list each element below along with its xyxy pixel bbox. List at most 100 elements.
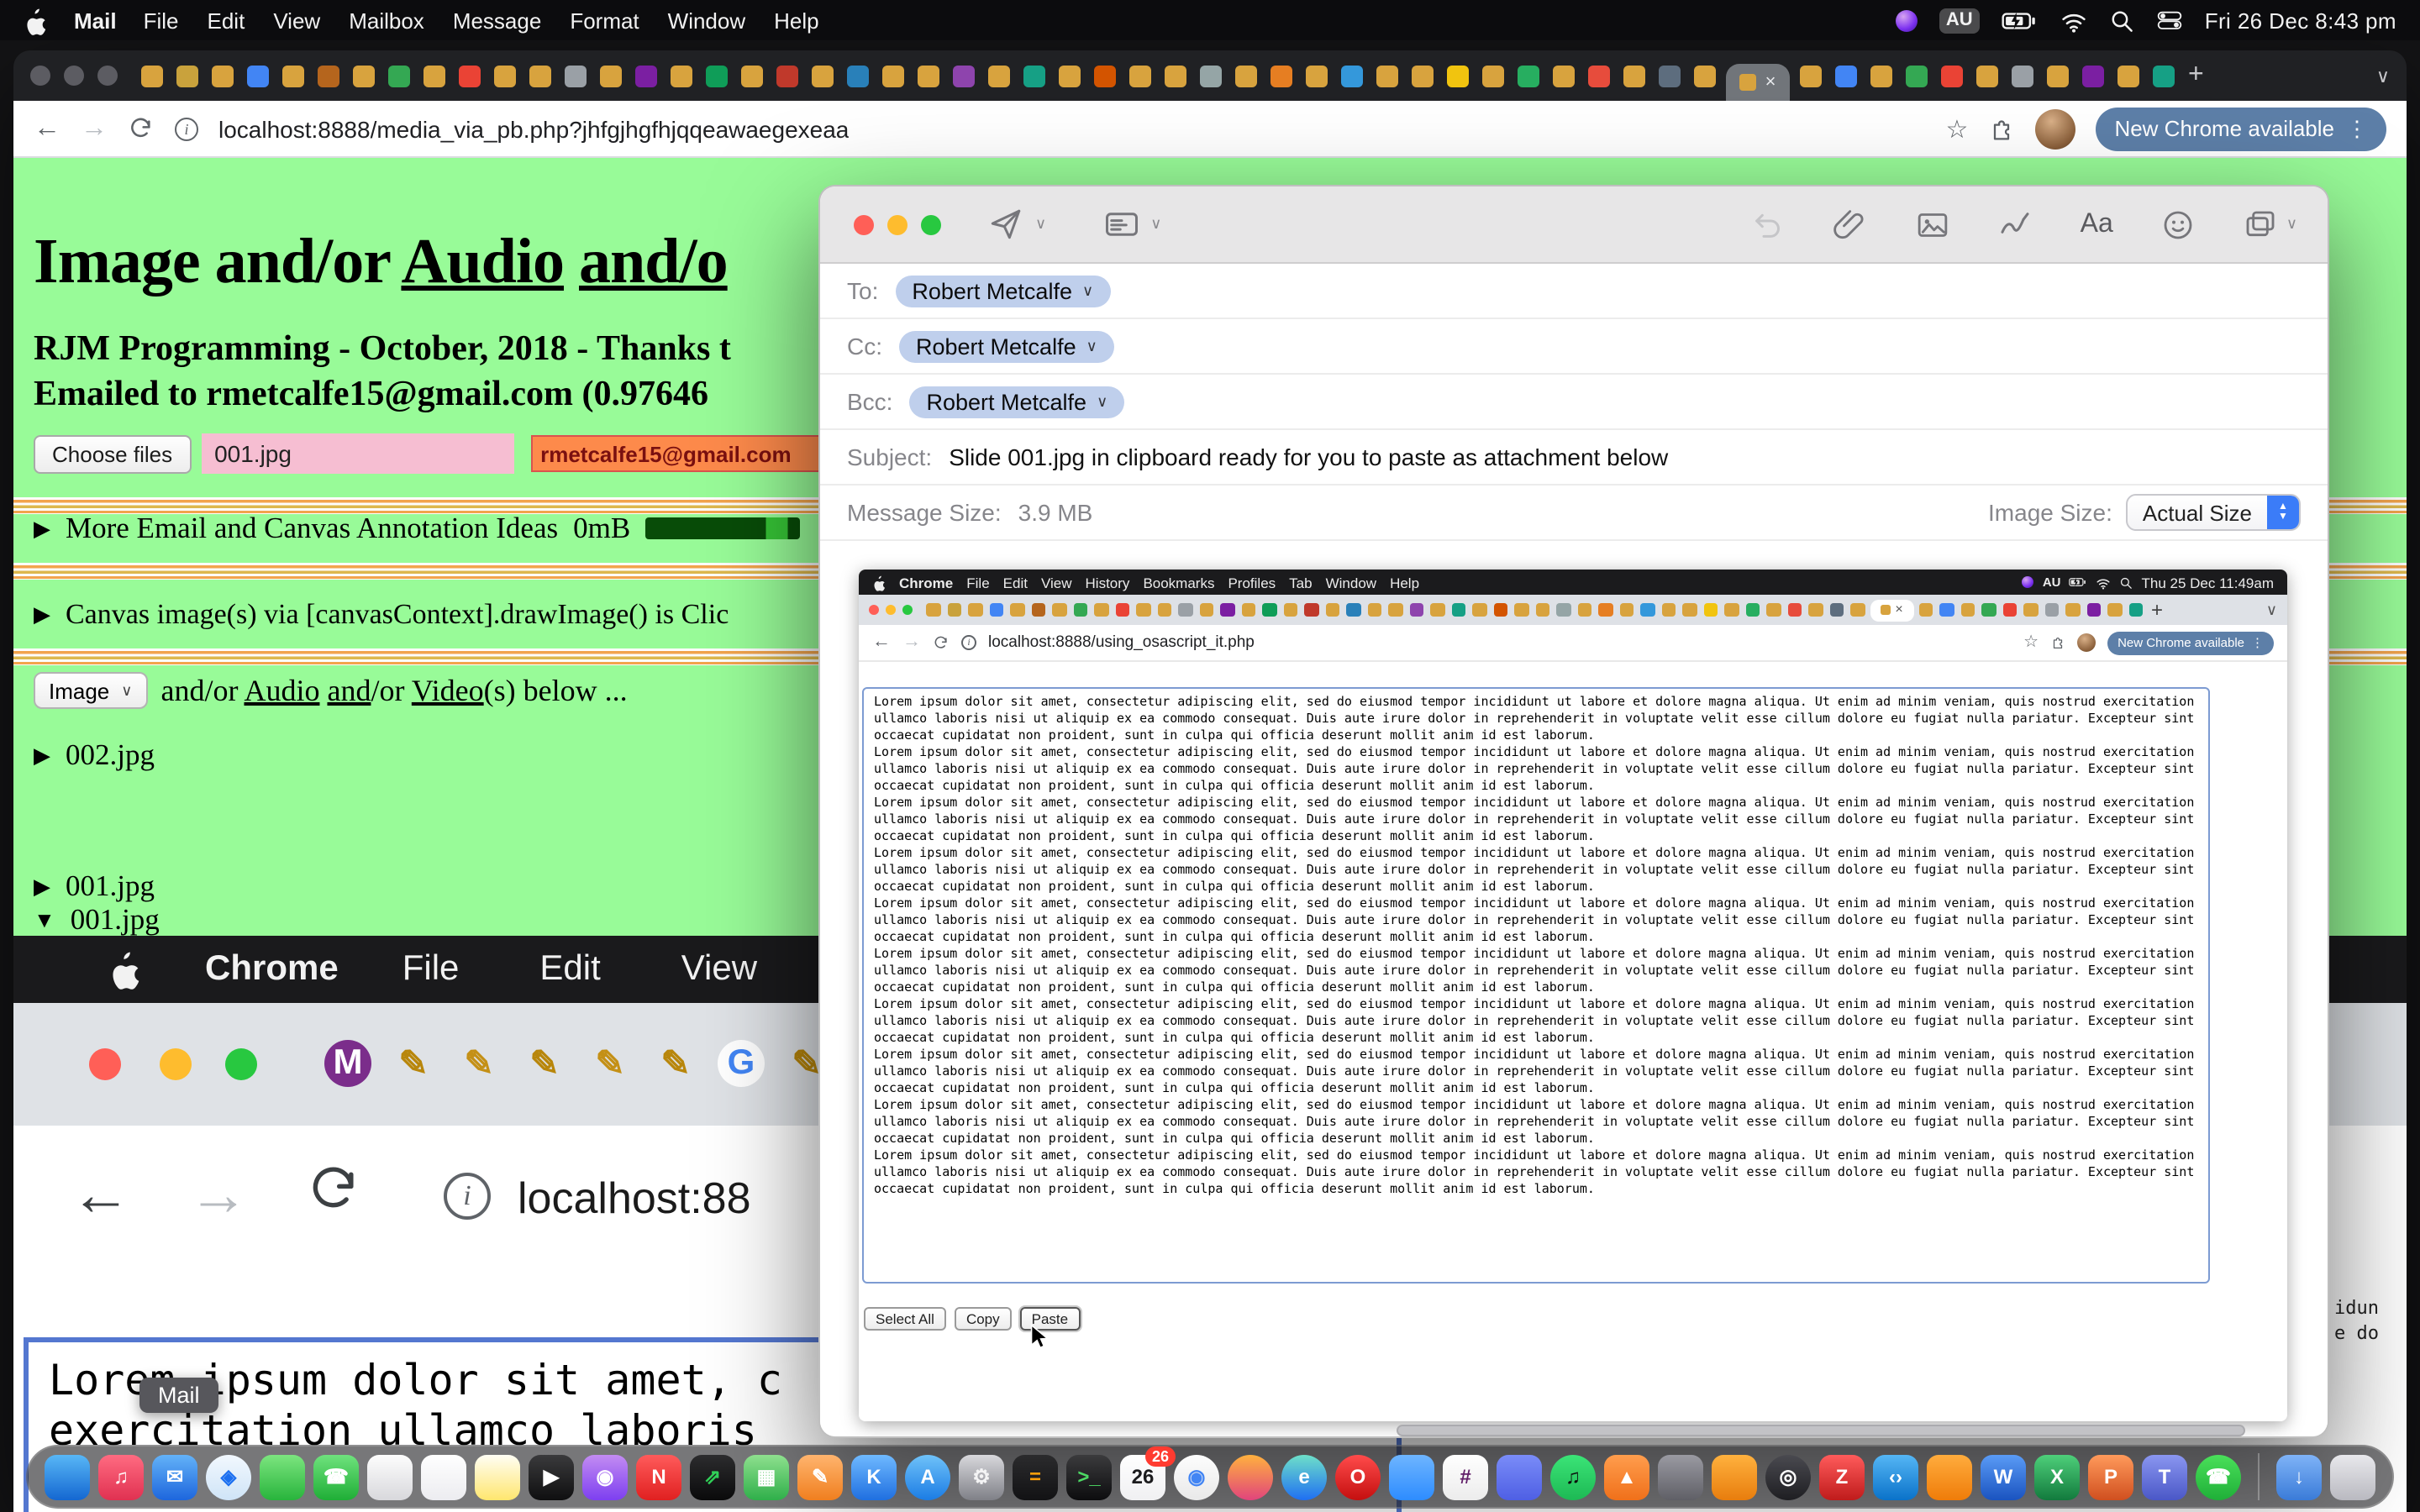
pinned-tab-favicon[interactable] (1165, 65, 1186, 87)
minimize-window-button[interactable] (887, 215, 908, 235)
message-body[interactable]: Chrome FileEditViewHistoryBookmarksProfi… (820, 541, 2328, 1436)
dock-icon[interactable]: 26 26 (1120, 1454, 1165, 1499)
dock-icon[interactable]: # (1443, 1454, 1488, 1499)
input-source-indicator[interactable]: AU (1939, 8, 1980, 33)
pinned-tab-favicon[interactable] (1800, 65, 1822, 87)
dock-icon[interactable]: ☎ (313, 1454, 359, 1499)
minimize-window-button[interactable] (64, 66, 84, 86)
insert-image-button[interactable] (1916, 207, 1949, 241)
pinned-tab-favicon[interactable] (494, 65, 516, 87)
recipient-pill[interactable]: Robert Metcalfe ∨ (909, 386, 1124, 417)
stepper-chevrons-icon[interactable]: ▲ ▼ (2267, 494, 2299, 531)
dock-icon[interactable] (260, 1454, 305, 1499)
dock-icon[interactable]: ⚙ (959, 1454, 1004, 1499)
dock-icon[interactable]: P (2088, 1454, 2133, 1499)
dock-icon[interactable]: T (2142, 1454, 2187, 1499)
pinned-tab-favicon[interactable] (1623, 65, 1645, 87)
pinned-tab-favicon[interactable] (1518, 65, 1539, 87)
markup-pen-button[interactable] (1998, 207, 2032, 241)
pinned-tab-favicon[interactable] (2047, 65, 2069, 87)
pinned-tab-favicon[interactable] (565, 65, 587, 87)
menubar-clock[interactable]: Fri 26 Dec 8:43 pm (2205, 8, 2396, 33)
pinned-tab-favicon[interactable] (141, 65, 163, 87)
menubar-item[interactable]: Mailbox (349, 8, 424, 33)
chevron-down-icon[interactable]: ∨ (1035, 215, 1046, 234)
pinned-tab-favicon[interactable] (1059, 65, 1081, 87)
dock-icon[interactable]: ♫ (98, 1454, 144, 1499)
dock-icon[interactable]: >_ (1066, 1454, 1112, 1499)
control-center-icon[interactable] (2156, 7, 2183, 34)
menubar-item[interactable]: File (144, 8, 179, 33)
bcc-field[interactable]: Bcc: Robert Metcalfe ∨ (820, 375, 2328, 430)
dock-icon[interactable]: O (1335, 1454, 1381, 1499)
audio-link[interactable]: Audio (401, 227, 564, 297)
pinned-tab-favicon[interactable] (812, 65, 834, 87)
details-item-002[interactable]: ▶ 002.jpg (34, 738, 155, 773)
dock-icon[interactable] (475, 1454, 520, 1499)
dock-icon[interactable] (1712, 1454, 1757, 1499)
pinned-tab-favicon[interactable] (424, 65, 445, 87)
dock-icon[interactable]: ▶ (529, 1454, 574, 1499)
pinned-tab-favicon[interactable] (1941, 65, 1963, 87)
pinned-tab-favicon[interactable] (2118, 65, 2139, 87)
pinned-tab-favicon[interactable] (988, 65, 1010, 87)
pinned-tab-favicon[interactable] (1129, 65, 1151, 87)
recipient-pill[interactable]: Robert Metcalfe ∨ (899, 330, 1114, 362)
pinned-tab-favicon[interactable] (1412, 65, 1434, 87)
more-vertical-icon[interactable]: ⋮ (2346, 115, 2368, 142)
status-app-icon[interactable] (1896, 9, 1918, 31)
media-type-select[interactable]: Image ∨ (34, 672, 147, 709)
menubar-item[interactable]: Help (774, 8, 819, 33)
choose-files-button[interactable]: Choose files (34, 434, 191, 473)
menubar-item[interactable]: Message (453, 8, 542, 33)
pinned-tab-favicon[interactable] (776, 65, 798, 87)
pinned-tab-favicon[interactable] (1482, 65, 1504, 87)
pinned-tab-favicon[interactable] (529, 65, 551, 87)
disclosure-open-icon[interactable]: ▼ (34, 907, 55, 932)
bookmark-star-icon[interactable]: ☆ (1946, 113, 1969, 144)
menubar-item[interactable]: Edit (208, 8, 245, 33)
dock-icon[interactable]: A (905, 1454, 950, 1499)
photo-browser-button[interactable]: ∨ (2244, 207, 2297, 241)
compose-titlebar[interactable]: ∨ ∨ Aa ∨ (820, 186, 2328, 264)
pinned-tab-favicon[interactable] (600, 65, 622, 87)
pinned-tab-favicon[interactable] (1447, 65, 1469, 87)
pinned-tab-favicon[interactable] (1200, 65, 1222, 87)
zoom-window-button[interactable] (97, 66, 118, 86)
attach-paperclip-button[interactable] (1833, 207, 1867, 241)
subject-field[interactable]: Subject: Slide 001.jpg in clipboard read… (820, 430, 2328, 486)
pinned-tab-favicon[interactable] (247, 65, 269, 87)
format-text-button[interactable]: Aa (2081, 209, 2113, 239)
wifi-icon[interactable] (2060, 8, 2087, 33)
dock-icon[interactable]: ◈ (206, 1454, 251, 1499)
dock-icon[interactable] (1658, 1454, 1703, 1499)
dock-icon[interactable]: X (2034, 1454, 2080, 1499)
pinned-tab-favicon[interactable] (353, 65, 375, 87)
dock-icon[interactable]: ‹› (1873, 1454, 1918, 1499)
pinned-tab-favicon[interactable] (1341, 65, 1363, 87)
battery-icon[interactable] (2002, 6, 2039, 34)
pinned-tab-favicon[interactable] (1906, 65, 1928, 87)
pinned-tab-favicon[interactable] (318, 65, 339, 87)
extensions-puzzle-icon[interactable] (1988, 115, 2015, 142)
dock-icon[interactable] (421, 1454, 466, 1499)
pinned-tab-favicon[interactable] (1235, 65, 1257, 87)
pinned-tab-favicon[interactable] (388, 65, 410, 87)
forward-button[interactable]: → (81, 115, 108, 142)
dock-icon[interactable]: e (1281, 1454, 1327, 1499)
reload-button[interactable] (128, 115, 155, 142)
dock-icon[interactable] (367, 1454, 413, 1499)
dock-icon[interactable] (2330, 1454, 2375, 1499)
disclosure-closed-icon[interactable]: ▶ (34, 742, 50, 769)
dock-icon[interactable]: W (1981, 1454, 2026, 1499)
site-info-icon[interactable]: i (175, 117, 198, 140)
dock-icon[interactable]: ↓ (2276, 1454, 2322, 1499)
back-button[interactable]: ← (34, 115, 60, 142)
menubar-item[interactable]: Format (570, 8, 639, 33)
menubar-item[interactable]: Window (668, 8, 746, 33)
menubar-item[interactable]: View (273, 8, 320, 33)
dock-icon[interactable] (45, 1454, 90, 1499)
header-fields-button[interactable] (1103, 207, 1139, 242)
pinned-tab-favicon[interactable] (282, 65, 304, 87)
zoom-window-button[interactable] (921, 215, 941, 235)
